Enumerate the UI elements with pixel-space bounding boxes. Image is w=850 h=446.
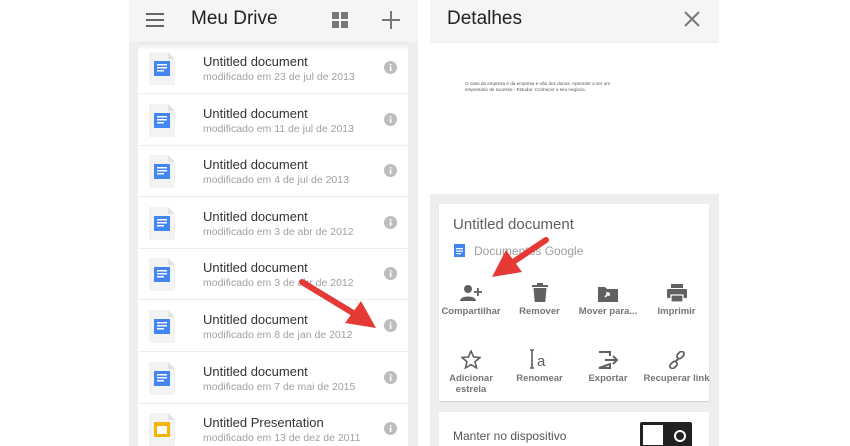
action-label: Adicionar estrela [449,373,493,395]
star-icon [438,345,504,369]
document-type: Documentos Google [474,244,584,258]
grid-view-icon[interactable] [329,9,351,31]
file-name: Untitled document [203,312,308,327]
export-button[interactable]: Exportar [575,345,641,384]
file-row[interactable]: Untitled document modificado em 8 de jan … [138,301,408,352]
close-icon[interactable] [680,7,704,31]
menu-icon[interactable] [144,10,166,30]
action-label: Renomear [516,373,563,384]
move-to-button[interactable]: Mover para... [575,278,641,317]
link-icon [644,345,710,369]
file-modified-date: modificado em 23 de jul de 2013 [203,71,355,83]
details-card: Untitled document Documentos Google Comp… [438,204,710,401]
file-name: Untitled document [203,157,308,173]
trash-icon [507,278,573,302]
details-screen: Detalhes O caso da empresa é da empresa … [430,0,719,446]
file-row[interactable]: Untitled document modificado em 11 de jul… [138,95,408,146]
info-icon[interactable] [384,267,397,281]
share-button[interactable]: Compartilhar [438,278,504,317]
info-icon[interactable] [384,164,397,178]
action-label: Imprimir [657,306,696,317]
drive-list-screen: Meu Drive Untitled document modificado em… [129,0,418,446]
action-label: Recuperar link [643,373,710,384]
file-row[interactable]: Untitled document modificado em 3 de abr … [138,249,408,301]
recover-link-button[interactable]: Recuperar link [644,345,710,384]
print-button[interactable]: Imprimir [644,278,710,317]
document-file-icon [149,206,175,240]
document-type-icon [454,244,465,257]
action-label: Compartilhar [441,306,501,317]
file-row[interactable]: Untitled document modificado em 23 de jul… [138,43,408,94]
info-icon[interactable] [384,422,397,436]
info-icon[interactable] [384,61,397,74]
page-title: Detalhes [447,8,522,29]
add-icon[interactable] [379,8,403,32]
file-name: Untitled document [203,260,308,276]
file-row[interactable]: Untitled Presentation modificado em 13 de… [138,404,408,446]
document-file-icon [149,310,175,343]
rename-button[interactable]: a Renomear [507,345,573,384]
move-folder-icon [575,278,641,302]
page-title: Meu Drive [191,8,278,29]
document-file-icon [149,103,175,137]
keep-on-device-label: Manter no dispositivo [453,429,567,443]
info-icon[interactable] [384,370,397,384]
keep-on-device-row: Manter no dispositivo [439,412,709,446]
document-preview[interactable]: O caso da empresa é da empresa e não dos… [430,43,719,194]
file-name: Untitled Presentation [203,415,324,431]
top-bar: Meu Drive [129,0,418,42]
file-modified-date: modificado em 4 de jul de 2013 [203,174,349,187]
file-modified-date: modificado em 11 de jul de 2013 [203,122,354,135]
preview-text: O caso da empresa é da empresa e não dos… [465,81,611,92]
file-modified-date: modificado em 8 de jan de 2012 [203,329,353,341]
file-row[interactable]: Untitled document modificado em 4 de jul … [138,146,408,198]
action-label: Remover [519,306,560,317]
top-bar: Detalhes [430,0,719,42]
info-icon[interactable] [384,215,397,229]
keep-on-device-toggle[interactable] [640,422,692,446]
add-star-button[interactable]: Adicionar estrela [438,345,504,395]
rename-icon: a [507,345,573,369]
info-icon[interactable] [384,319,397,332]
remove-button[interactable]: Remover [507,278,573,317]
document-file-icon [149,361,175,395]
info-icon[interactable] [384,112,397,126]
export-icon [575,345,641,369]
file-modified-date: modificado em 3 de abr de 2012 [203,277,354,290]
list-shadow [138,42,408,50]
svg-text:a: a [537,353,546,369]
document-file-icon [149,155,175,189]
annotation-arrows [299,237,549,328]
presentation-file-icon [149,413,175,446]
file-name: Untitled document [203,54,308,69]
print-icon [644,278,710,302]
file-name: Untitled document [203,208,308,224]
file-modified-date: modificado em 7 de mai de 2015 [203,380,356,393]
file-name: Untitled document [203,105,308,121]
file-row[interactable]: Untitled document modificado em 3 de abr … [138,198,408,249]
file-list: Untitled document modificado em 23 de jul… [138,43,408,446]
file-row[interactable]: Untitled document modificado em 7 de mai … [138,353,408,404]
action-label: Exportar [588,373,628,384]
document-title: Untitled document [453,216,574,233]
file-name: Untitled document [203,363,308,379]
document-file-icon [149,52,175,85]
action-label: Mover para... [578,306,638,317]
file-modified-date: modificado em 13 de dez de 2011 [203,432,361,445]
document-file-icon [149,258,175,292]
add-person-icon [438,278,504,302]
file-modified-date: modificado em 3 de abr de 2012 [203,225,354,238]
